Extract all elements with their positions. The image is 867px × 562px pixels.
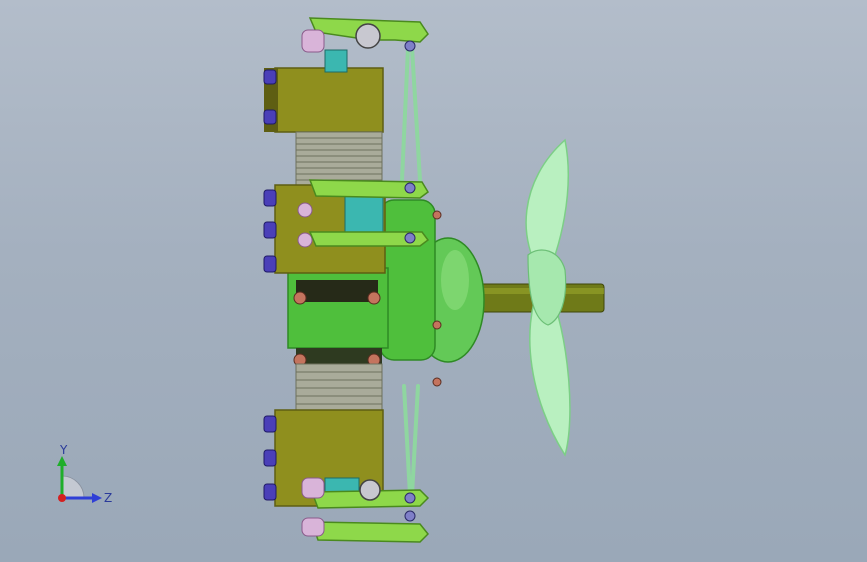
y-axis-arrow (57, 456, 67, 466)
y-axis-label: Y (59, 443, 68, 457)
top-rocker-pivot (355, 23, 381, 49)
top-cyan-block (324, 49, 348, 73)
top-cylinder-fins (295, 131, 383, 187)
bottom-rocker-arm-lower[interactable] (310, 521, 430, 543)
x-axis-dot (58, 494, 66, 502)
graphics-viewport[interactable]: Y Z (0, 0, 867, 562)
crankcase-upper-window (296, 280, 378, 302)
bottom-cylinder-fins (295, 363, 383, 411)
orientation-triad[interactable]: Y Z (48, 440, 118, 510)
engine-model[interactable] (0, 0, 867, 562)
middle-cyan-cylinder (344, 195, 384, 235)
z-axis-label: Z (104, 491, 112, 505)
triad-quadrant (61, 475, 85, 499)
bottom-rocker-pivot (359, 479, 381, 501)
nose-dome-highlight (441, 250, 469, 310)
bottom-head-bolts[interactable] (263, 415, 277, 501)
top-cylinder-head (274, 67, 384, 133)
z-axis-arrow (92, 493, 102, 503)
middle-head-bolts[interactable] (263, 189, 277, 273)
